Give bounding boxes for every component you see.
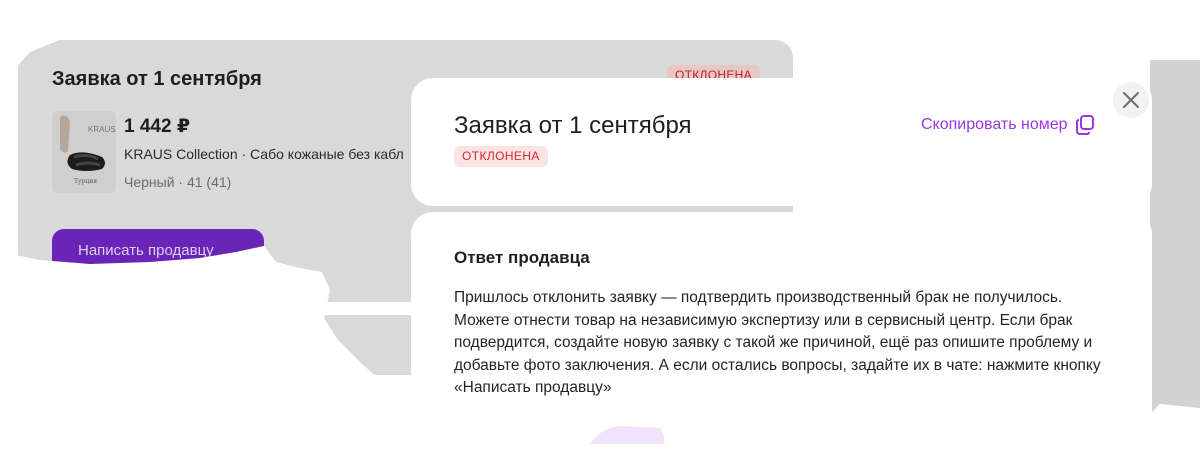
copy-icon (1075, 115, 1094, 135)
seller-answer-title: Ответ продавца (454, 248, 590, 267)
product-thumbnail[interactable]: Турция KRAUS (52, 111, 116, 193)
product-name: KRAUS Collection · Сабо кожаные без кабл (124, 146, 404, 162)
copy-number-label: Скопировать номер (921, 116, 1068, 133)
svg-text:Турция: Турция (74, 178, 97, 185)
button-fragment (590, 426, 665, 444)
order-price: 1 442 ₽ (124, 116, 191, 137)
thumb-brand: KRAUS (88, 125, 116, 134)
close-icon (1123, 92, 1139, 108)
modal-title: Заявка от 1 сентября (454, 112, 692, 139)
write-seller-button[interactable]: Написать продавцу (52, 229, 264, 273)
order-card-title: Заявка от 1 сентября (52, 68, 262, 90)
seller-answer-section: Ответ продавца Пришлось отклонить заявку… (411, 212, 1152, 412)
copy-number-link[interactable]: Скопировать номер (921, 114, 1096, 136)
product-variant: Черный · 41 (41) (124, 174, 232, 190)
seller-answer-text: Пришлось отклонить заявку — подтвердить … (454, 289, 1101, 396)
background-edge (1150, 60, 1200, 440)
sandal-image: Турция (52, 111, 116, 193)
modal-header: Заявка от 1 сентября ОТКЛОНЕНА Скопирова… (411, 78, 1152, 206)
status-badge: ОТКЛОНЕНА (454, 146, 548, 167)
close-button[interactable] (1113, 82, 1149, 118)
